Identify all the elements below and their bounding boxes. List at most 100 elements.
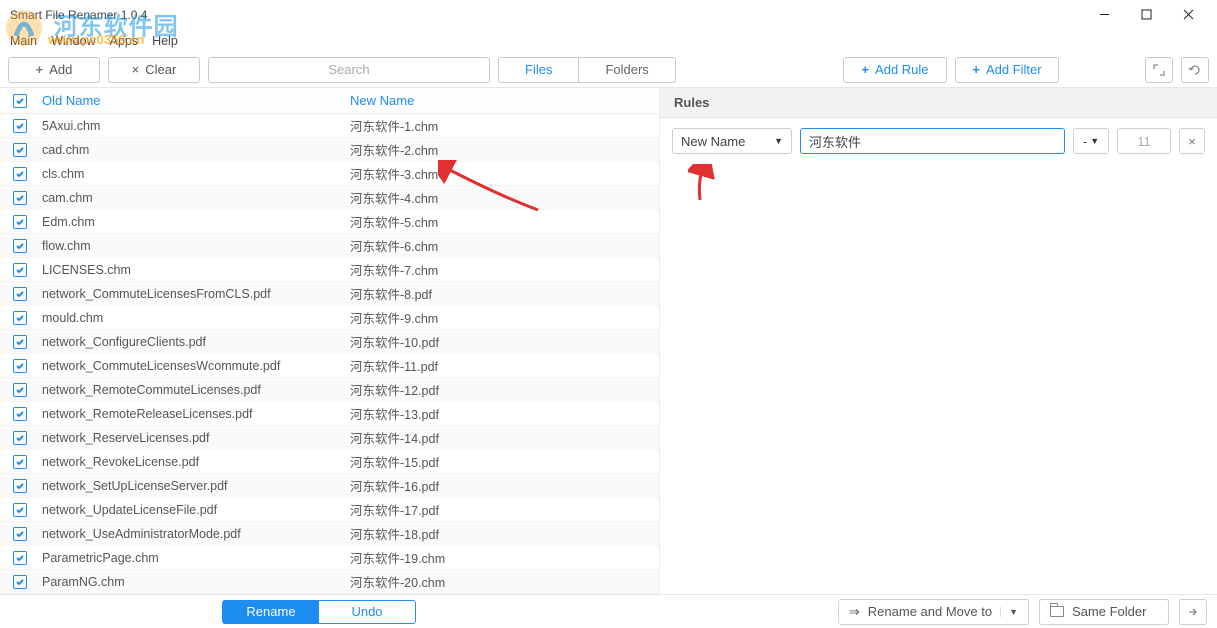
new-name-cell: 河东软件-13.pdf — [350, 404, 659, 423]
rule-row: New Name ▼ 河东软件 - ▼ 11 × — [660, 118, 1217, 164]
titlebar: Smart File Renamer 1.0.4 — [0, 0, 1217, 30]
table-row[interactable]: network_UseAdministratorMode.pdf河东软件-18.… — [0, 522, 659, 546]
row-checkbox[interactable] — [0, 383, 40, 397]
header-new-name[interactable]: New Name — [350, 93, 659, 108]
row-checkbox[interactable] — [0, 527, 40, 541]
tab-files[interactable]: Files — [499, 58, 579, 82]
row-checkbox[interactable] — [0, 407, 40, 421]
select-all-checkbox[interactable] — [0, 94, 40, 108]
table-row[interactable]: ParametricPage.chm河东软件-19.chm — [0, 546, 659, 570]
table-row[interactable]: network_ReserveLicenses.pdf河东软件-14.pdf — [0, 426, 659, 450]
window-title: Smart File Renamer 1.0.4 — [10, 8, 147, 22]
table-row[interactable]: network_RemoteCommuteLicenses.pdf河东软件-12… — [0, 378, 659, 402]
old-name-cell: network_SetUpLicenseServer.pdf — [40, 479, 350, 493]
chevron-down-icon: ▼ — [1000, 607, 1018, 617]
chevron-down-icon: ▼ — [774, 136, 783, 146]
table-row[interactable]: network_CommuteLicensesWcommute.pdf河东软件-… — [0, 354, 659, 378]
old-name-cell: network_ReserveLicenses.pdf — [40, 431, 350, 445]
refresh-icon-button[interactable] — [1181, 57, 1209, 83]
row-checkbox[interactable] — [0, 431, 40, 445]
old-name-cell: network_RevokeLicense.pdf — [40, 455, 350, 469]
row-checkbox[interactable] — [0, 551, 40, 565]
menu-help[interactable]: Help — [152, 34, 178, 48]
menu-apps[interactable]: Apps — [110, 34, 139, 48]
old-name-cell: 5Axui.chm — [40, 119, 350, 133]
row-checkbox[interactable] — [0, 167, 40, 181]
folder-icon — [1050, 606, 1064, 617]
table-row[interactable]: network_SetUpLicenseServer.pdf河东软件-16.pd… — [0, 474, 659, 498]
add-button[interactable]: +Add — [8, 57, 100, 83]
files-folders-tabs: Files Folders — [498, 57, 676, 83]
add-filter-button[interactable]: +Add Filter — [955, 57, 1059, 83]
rules-panel: Rules New Name ▼ 河东软件 - ▼ 11 × — [660, 88, 1217, 594]
table-row[interactable]: network_UpdateLicenseFile.pdf河东软件-17.pdf — [0, 498, 659, 522]
clear-button[interactable]: ×Clear — [108, 57, 200, 83]
separator-select[interactable]: - ▼ — [1073, 128, 1109, 154]
rename-mode-select[interactable]: ⇒ Rename and Move to ▼ — [838, 599, 1029, 625]
new-name-cell: 河东软件-4.chm — [350, 188, 659, 207]
new-name-cell: 河东软件-14.pdf — [350, 428, 659, 447]
close-button[interactable] — [1167, 1, 1209, 29]
table-row[interactable]: flow.chm河东软件-6.chm — [0, 234, 659, 258]
row-checkbox[interactable] — [0, 503, 40, 517]
row-checkbox[interactable] — [0, 575, 40, 589]
table-row[interactable]: mould.chm河东软件-9.chm — [0, 306, 659, 330]
minimize-button[interactable] — [1083, 1, 1125, 29]
table-row[interactable]: Edm.chm河东软件-5.chm — [0, 210, 659, 234]
tab-folders[interactable]: Folders — [579, 58, 674, 82]
main-split: Old Name New Name 5Axui.chm河东软件-1.chmcad… — [0, 88, 1217, 594]
rename-button[interactable]: Rename — [223, 601, 319, 623]
old-name-cell: cls.chm — [40, 167, 350, 181]
toolbar: +Add ×Clear Search Files Folders +Add Ru… — [0, 52, 1217, 88]
header-old-name[interactable]: Old Name — [40, 93, 350, 108]
maximize-button[interactable] — [1125, 1, 1167, 29]
table-row[interactable]: ParamNG.chm河东软件-20.chm — [0, 570, 659, 594]
table-row[interactable]: network_RemoteReleaseLicenses.pdf河东软件-13… — [0, 402, 659, 426]
new-name-cell: 河东软件-15.pdf — [350, 452, 659, 471]
row-checkbox[interactable] — [0, 191, 40, 205]
table-row[interactable]: cls.chm河东软件-3.chm — [0, 162, 659, 186]
row-checkbox[interactable] — [0, 479, 40, 493]
table-row[interactable]: network_ConfigureClients.pdf河东软件-10.pdf — [0, 330, 659, 354]
new-name-cell: 河东软件-2.chm — [350, 140, 659, 159]
new-name-cell: 河东软件-6.chm — [350, 236, 659, 255]
table-row[interactable]: 5Axui.chm河东软件-1.chm — [0, 114, 659, 138]
table-row[interactable]: network_RevokeLicense.pdf河东软件-15.pdf — [0, 450, 659, 474]
target-folder-select[interactable]: Same Folder — [1039, 599, 1169, 625]
arrow-right-icon: ⇒ — [849, 604, 860, 620]
go-button[interactable] — [1179, 599, 1207, 625]
row-checkbox[interactable] — [0, 311, 40, 325]
counter-input[interactable]: 11 — [1117, 128, 1171, 154]
row-checkbox[interactable] — [0, 335, 40, 349]
table-row[interactable]: cad.chm河东软件-2.chm — [0, 138, 659, 162]
row-checkbox[interactable] — [0, 215, 40, 229]
table-row[interactable]: LICENSES.chm河东软件-7.chm — [0, 258, 659, 282]
row-checkbox[interactable] — [0, 287, 40, 301]
row-checkbox[interactable] — [0, 359, 40, 373]
new-name-cell: 河东软件-18.pdf — [350, 524, 659, 543]
table-row[interactable]: cam.chm河东软件-4.chm — [0, 186, 659, 210]
chevron-down-icon: ▼ — [1090, 136, 1099, 146]
new-name-cell: 河东软件-5.chm — [350, 212, 659, 231]
row-checkbox[interactable] — [0, 239, 40, 253]
old-name-cell: ParametricPage.chm — [40, 551, 350, 565]
remove-rule-button[interactable]: × — [1179, 128, 1205, 154]
expand-icon-button[interactable] — [1145, 57, 1173, 83]
old-name-cell: network_RemoteReleaseLicenses.pdf — [40, 407, 350, 421]
table-row[interactable]: network_CommuteLicensesFromCLS.pdf河东软件-8… — [0, 282, 659, 306]
row-checkbox[interactable] — [0, 263, 40, 277]
menu-main[interactable]: Main — [10, 34, 37, 48]
menu-window[interactable]: Window — [51, 34, 95, 48]
search-input[interactable]: Search — [208, 57, 490, 83]
new-name-cell: 河东软件-9.chm — [350, 308, 659, 327]
row-checkbox[interactable] — [0, 143, 40, 157]
row-checkbox[interactable] — [0, 455, 40, 469]
add-rule-button[interactable]: +Add Rule — [843, 57, 947, 83]
row-checkbox[interactable] — [0, 119, 40, 133]
new-name-cell: 河东软件-8.pdf — [350, 284, 659, 303]
new-name-cell: 河东软件-17.pdf — [350, 500, 659, 519]
undo-button[interactable]: Undo — [319, 601, 415, 623]
rule-type-select[interactable]: New Name ▼ — [672, 128, 792, 154]
old-name-cell: LICENSES.chm — [40, 263, 350, 277]
rule-name-input[interactable]: 河东软件 — [800, 128, 1065, 154]
